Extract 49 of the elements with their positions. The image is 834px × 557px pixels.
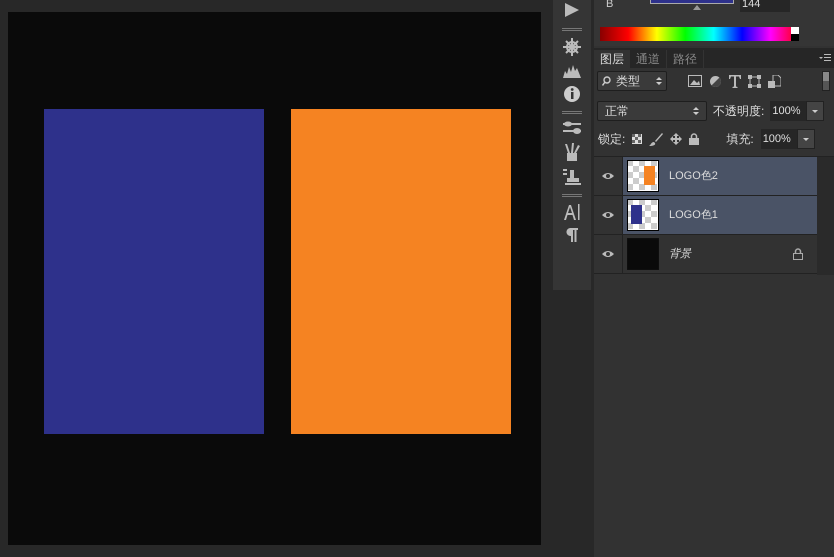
filter-toggle[interactable]: [822, 71, 830, 91]
fill-label: 填充:: [726, 131, 754, 148]
brush-icon[interactable]: [649, 132, 664, 146]
layer-row[interactable]: LOGO色1: [623, 196, 817, 234]
eye-icon[interactable]: [602, 250, 614, 258]
panel-tab[interactable]: 路径: [667, 50, 704, 68]
lock-label: 锁定:: [598, 131, 626, 148]
opacity-field[interactable]: 100%: [770, 101, 806, 121]
adjustment-filter-icon[interactable]: [709, 74, 722, 88]
opacity-dropdown-button[interactable]: [806, 101, 824, 121]
layer-name: 背景: [669, 246, 691, 262]
stepper-icon: [693, 106, 699, 116]
caret-icon: [812, 110, 818, 112]
image-filter-icon[interactable]: [688, 75, 702, 87]
layer-name: LOGO色2: [669, 168, 718, 184]
eye-icon[interactable]: [602, 172, 614, 180]
histogram-icon[interactable]: [562, 63, 582, 79]
slider-thumb[interactable]: [693, 5, 702, 10]
shape-filter-icon[interactable]: [748, 74, 761, 88]
channel-slider[interactable]: [650, 0, 734, 10]
blend-mode-dropdown[interactable]: 正常: [597, 101, 707, 121]
layer-name: LOGO色1: [669, 208, 718, 223]
fill-field[interactable]: 100%: [760, 129, 797, 149]
filter-dropdown[interactable]: 类型: [597, 71, 667, 91]
wheel-icon[interactable]: [562, 37, 582, 57]
eye-icon[interactable]: [602, 211, 614, 219]
layer-row[interactable]: LOGO色2: [623, 157, 817, 195]
clone-stamp-icon[interactable]: [562, 168, 582, 186]
character-icon[interactable]: [563, 203, 581, 221]
panel-tab[interactable]: 通道: [630, 50, 667, 68]
move-icon[interactable]: [670, 133, 682, 145]
play-icon[interactable]: [563, 2, 581, 18]
info-icon[interactable]: [563, 85, 581, 103]
color-spectrum[interactable]: [600, 27, 799, 41]
stepper-icon: [656, 76, 662, 86]
brush-presets-icon[interactable]: [562, 120, 582, 136]
smart-object-filter-icon[interactable]: [768, 74, 781, 88]
scrollbar-track[interactable]: [817, 157, 834, 275]
opacity-label: 不透明度:: [713, 103, 764, 120]
caret-icon: [802, 138, 809, 140]
panel-menu-icon[interactable]: [819, 54, 831, 62]
paragraph-icon[interactable]: [565, 227, 579, 243]
fill-dropdown-button[interactable]: [796, 129, 815, 149]
type-filter-icon[interactable]: [729, 74, 741, 88]
brushes-icon[interactable]: [563, 142, 581, 162]
lock-icon[interactable]: [689, 133, 700, 145]
search-icon: [602, 76, 611, 86]
lock-transparency-icon[interactable]: [632, 134, 642, 144]
panel-tab[interactable]: 图层: [594, 50, 630, 68]
